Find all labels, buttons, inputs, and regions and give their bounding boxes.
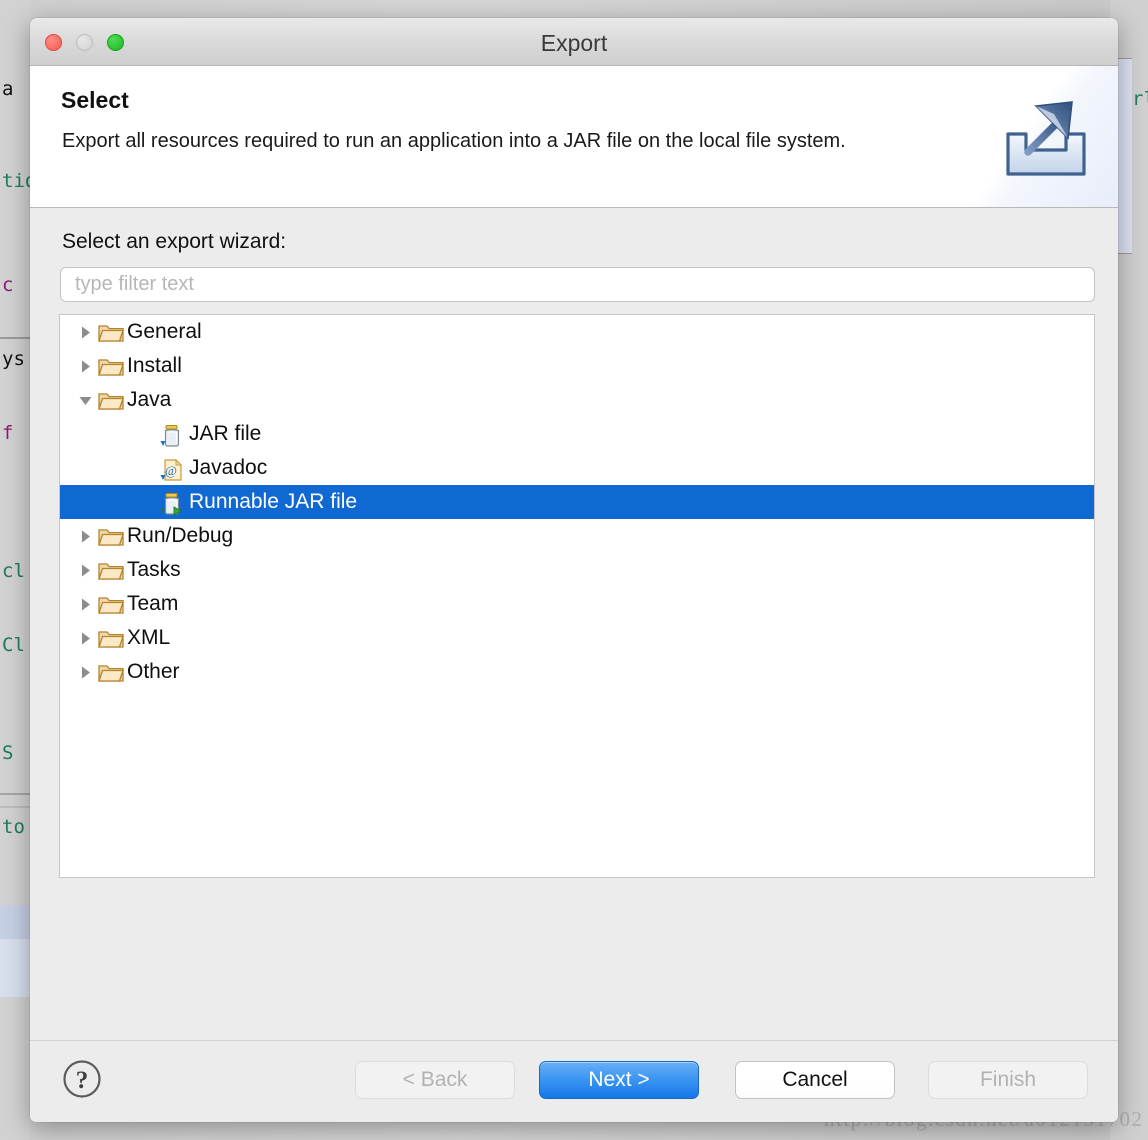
tree-item-label: JAR file (189, 422, 262, 445)
tree-item-xml[interactable]: XML (60, 621, 1094, 655)
tree-item-label: Tasks (127, 558, 181, 581)
tree-item-label: General (127, 320, 202, 343)
tree-item-other[interactable]: Other (60, 655, 1094, 689)
chevron-right-icon[interactable] (74, 553, 96, 587)
chevron-right-icon[interactable] (74, 587, 96, 621)
export-wizard-dialog: Export Select Export all resources requi… (30, 18, 1118, 1122)
chevron-right-icon[interactable] (74, 621, 96, 655)
jar-file-icon (158, 417, 188, 451)
tree-item-label: Run/Debug (127, 524, 234, 547)
filter-input[interactable] (60, 267, 1095, 302)
chevron-right-icon[interactable] (74, 655, 96, 689)
tree-item-label: Javadoc (189, 456, 268, 479)
folder-icon (96, 383, 126, 417)
tree-item-runnable-jar-file[interactable]: Runnable JAR file (60, 485, 1094, 519)
tree-item-label: Java (127, 388, 172, 411)
export-jar-icon (1000, 94, 1092, 185)
chevron-down-icon[interactable] (74, 383, 96, 417)
tree-no-arrow (136, 485, 158, 519)
tree-item-javadoc[interactable]: @ Javadoc (60, 451, 1094, 485)
tree-item-label: XML (127, 626, 171, 649)
tree-item-general[interactable]: General (60, 315, 1094, 349)
page-title: Select (61, 87, 129, 113)
folder-icon (96, 349, 126, 383)
svg-text:@: @ (165, 463, 177, 478)
svg-text:?: ? (76, 1067, 89, 1094)
tree-item-label: Team (127, 592, 179, 615)
folder-icon (96, 655, 126, 689)
background-divider-1 (0, 337, 30, 339)
folder-icon (96, 553, 126, 587)
back-button[interactable]: < Back (355, 1061, 515, 1099)
background-highlight-row-2 (0, 939, 30, 997)
window-title: Export (540, 30, 608, 56)
tree-item-label: Install (127, 354, 182, 377)
dialog-footer: ? < Back Next > Cancel Finish (30, 1040, 1118, 1122)
wizard-select-label: Select an export wizard: (62, 230, 287, 253)
dialog-header: Select Export all resources required to … (30, 66, 1118, 208)
background-divider-3 (0, 806, 30, 808)
folder-icon (96, 621, 126, 655)
chevron-right-icon[interactable] (74, 315, 96, 349)
tree-item-run-debug[interactable]: Run/Debug (60, 519, 1094, 553)
help-question-icon[interactable]: ? (62, 1059, 102, 1099)
tree-item-team[interactable]: Team (60, 587, 1094, 621)
finish-button[interactable]: Finish (928, 1061, 1088, 1099)
tree-item-label: Other (127, 660, 180, 683)
background-divider-2 (0, 793, 30, 795)
javadoc-icon: @ (158, 451, 188, 485)
next-button[interactable]: Next > (539, 1061, 699, 1099)
tree-item-jar-file[interactable]: JAR file (60, 417, 1094, 451)
chevron-right-icon[interactable] (74, 349, 96, 383)
dialog-body: Select an export wizard: General Install J… (30, 208, 1118, 1040)
background-left-gutter: a tio c ys f cl Cl S to or nva ay (0, 0, 30, 1140)
tree-item-label: Runnable JAR file (189, 490, 358, 513)
chevron-right-icon[interactable] (74, 519, 96, 553)
background-right-code-text: rl (1132, 88, 1148, 110)
cancel-button[interactable]: Cancel (735, 1061, 895, 1099)
folder-icon (96, 587, 126, 621)
tree-item-install[interactable]: Install (60, 349, 1094, 383)
page-description: Export all resources required to run an … (62, 130, 846, 152)
tree-no-arrow (136, 451, 158, 485)
export-wizard-tree[interactable]: General Install Java JAR file @ Javadoc Runnab… (59, 314, 1095, 878)
folder-icon (96, 315, 126, 349)
tree-item-java[interactable]: Java (60, 383, 1094, 417)
dialog-titlebar: Export (30, 18, 1118, 66)
runnable-jar-icon (158, 485, 188, 519)
folder-icon (96, 519, 126, 553)
tree-item-tasks[interactable]: Tasks (60, 553, 1094, 587)
tree-no-arrow (136, 417, 158, 451)
background-highlight-row (0, 905, 30, 939)
